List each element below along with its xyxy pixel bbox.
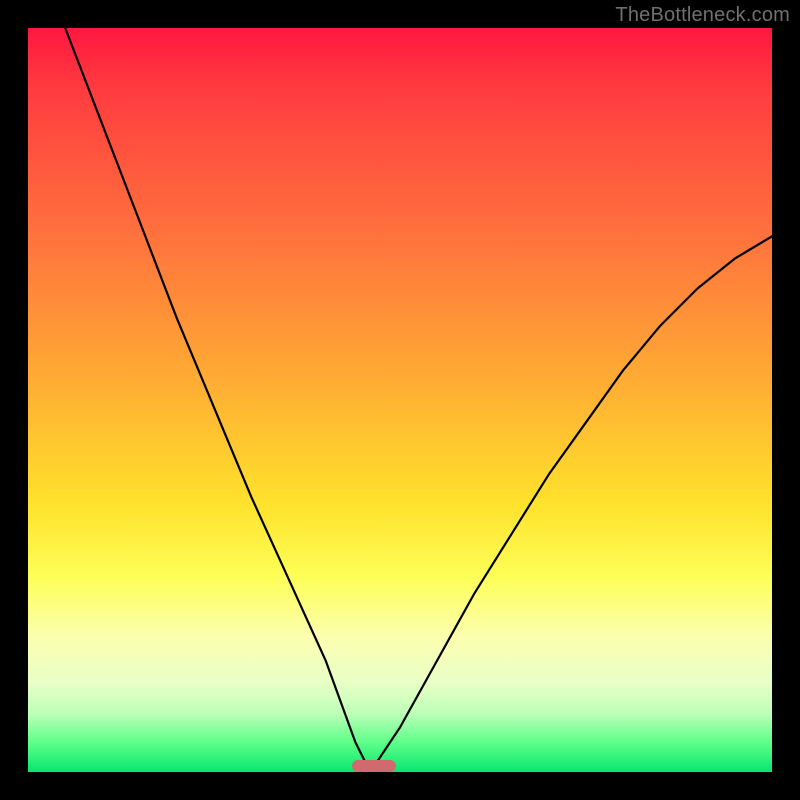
watermark-text: TheBottleneck.com	[615, 4, 790, 27]
curve-left-branch	[65, 28, 370, 772]
optimal-marker	[352, 760, 397, 772]
curve-right-branch	[370, 236, 772, 772]
curve-layer	[28, 28, 772, 772]
chart-frame: TheBottleneck.com	[0, 0, 800, 800]
